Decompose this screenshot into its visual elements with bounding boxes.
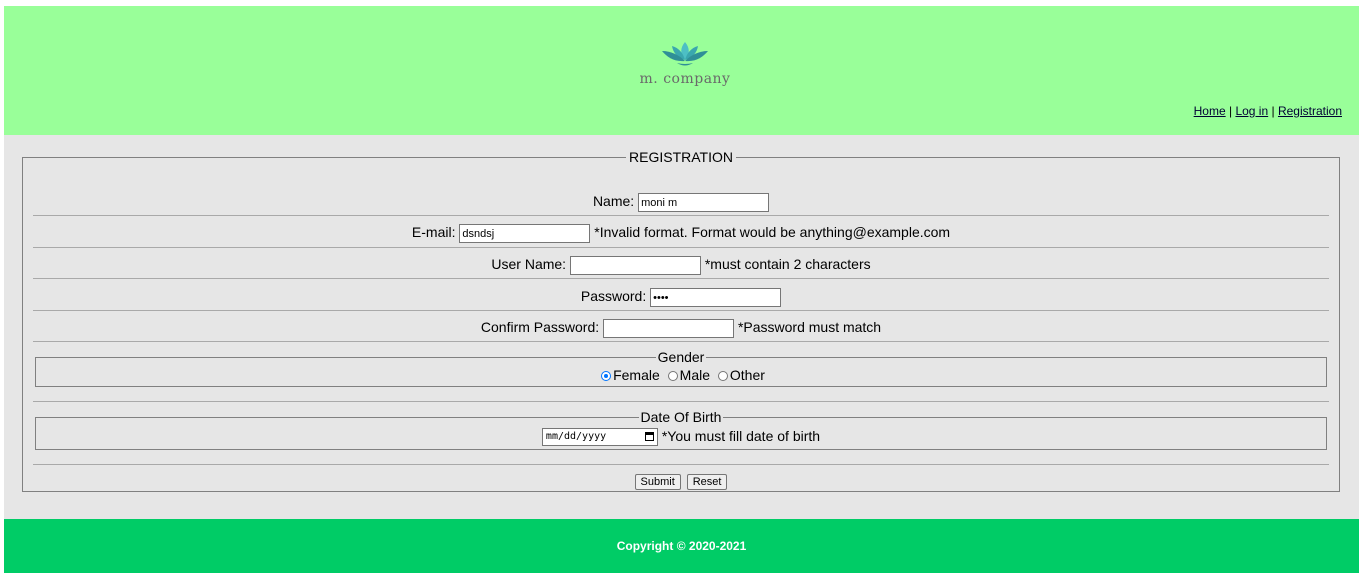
other-label[interactable]: Other bbox=[730, 367, 765, 383]
divider bbox=[33, 401, 1329, 402]
nav-login-link[interactable]: Log in bbox=[1235, 104, 1268, 118]
logo-text: m. company bbox=[639, 71, 731, 87]
calendar-icon[interactable] bbox=[644, 432, 654, 442]
male-label[interactable]: Male bbox=[680, 367, 710, 383]
username-label: User Name: bbox=[491, 256, 567, 273]
confirm-password-row: Confirm Password: *Password must match bbox=[33, 319, 1329, 338]
nav-registration-link[interactable]: Registration bbox=[1278, 104, 1342, 118]
gender-options: Female Male Other bbox=[36, 367, 1326, 383]
dob-row: mm/dd/yyyy *You must fill date of birth bbox=[36, 428, 1326, 447]
username-input[interactable] bbox=[569, 256, 701, 275]
divider bbox=[33, 341, 1329, 342]
other-radio[interactable] bbox=[717, 371, 728, 381]
registration-fieldset: REGISTRATION Name: E-mail: *Invalid form… bbox=[22, 149, 1340, 492]
main-content: REGISTRATION Name: E-mail: *Invalid form… bbox=[4, 135, 1359, 519]
name-row: Name: bbox=[33, 193, 1329, 212]
submit-button[interactable]: Submit bbox=[634, 474, 681, 490]
gender-legend: Gender bbox=[657, 349, 705, 365]
email-input[interactable] bbox=[459, 224, 591, 243]
name-label: Name: bbox=[592, 193, 635, 210]
female-radio[interactable] bbox=[601, 371, 612, 381]
reset-button[interactable]: Reset bbox=[686, 474, 728, 490]
top-nav: Home | Log in | Registration bbox=[1194, 104, 1342, 118]
nav-separator: | bbox=[1228, 104, 1233, 118]
name-input[interactable] bbox=[638, 193, 770, 212]
confirm-password-error: *Password must match bbox=[737, 319, 882, 336]
dob-fieldset: Date Of Birth mm/dd/yyyy *You must fill … bbox=[35, 409, 1327, 450]
divider bbox=[33, 215, 1329, 216]
dob-legend: Date Of Birth bbox=[640, 409, 722, 425]
male-radio[interactable] bbox=[667, 371, 678, 381]
gender-fieldset: Gender Female Male Other bbox=[35, 349, 1327, 387]
divider bbox=[33, 464, 1329, 465]
email-row: E-mail: *Invalid format. Format would be… bbox=[33, 224, 1329, 243]
site-header: m. company Home | Log in | Registration bbox=[4, 6, 1359, 135]
company-logo: m. company bbox=[624, 38, 746, 94]
nav-home-link[interactable]: Home bbox=[1194, 104, 1226, 118]
copyright-text: Copyright © 2020-2021 bbox=[616, 539, 747, 553]
username-row: User Name: *must contain 2 characters bbox=[33, 256, 1329, 275]
email-label: E-mail: bbox=[411, 224, 456, 241]
confirm-password-label: Confirm Password: bbox=[480, 319, 600, 336]
divider bbox=[33, 278, 1329, 279]
nav-separator: | bbox=[1271, 104, 1275, 118]
button-row: Submit Reset bbox=[33, 472, 1329, 490]
dob-input[interactable]: mm/dd/yyyy bbox=[541, 428, 658, 447]
lotus-icon bbox=[662, 42, 708, 66]
dob-error: *You must fill date of birth bbox=[661, 428, 821, 444]
confirm-password-input[interactable] bbox=[603, 319, 735, 338]
username-error: *must contain 2 characters bbox=[704, 256, 871, 273]
divider bbox=[33, 247, 1329, 248]
password-input[interactable] bbox=[650, 288, 782, 307]
divider bbox=[33, 310, 1329, 311]
password-label: Password: bbox=[580, 288, 647, 305]
password-row: Password: bbox=[33, 288, 1329, 307]
female-label[interactable]: Female bbox=[613, 367, 660, 383]
dob-placeholder: mm/dd/yyyy bbox=[545, 431, 607, 443]
email-error: *Invalid format. Format would be anythin… bbox=[594, 224, 951, 241]
site-footer: Copyright © 2020-2021 bbox=[4, 519, 1359, 573]
registration-legend: REGISTRATION bbox=[629, 149, 733, 165]
